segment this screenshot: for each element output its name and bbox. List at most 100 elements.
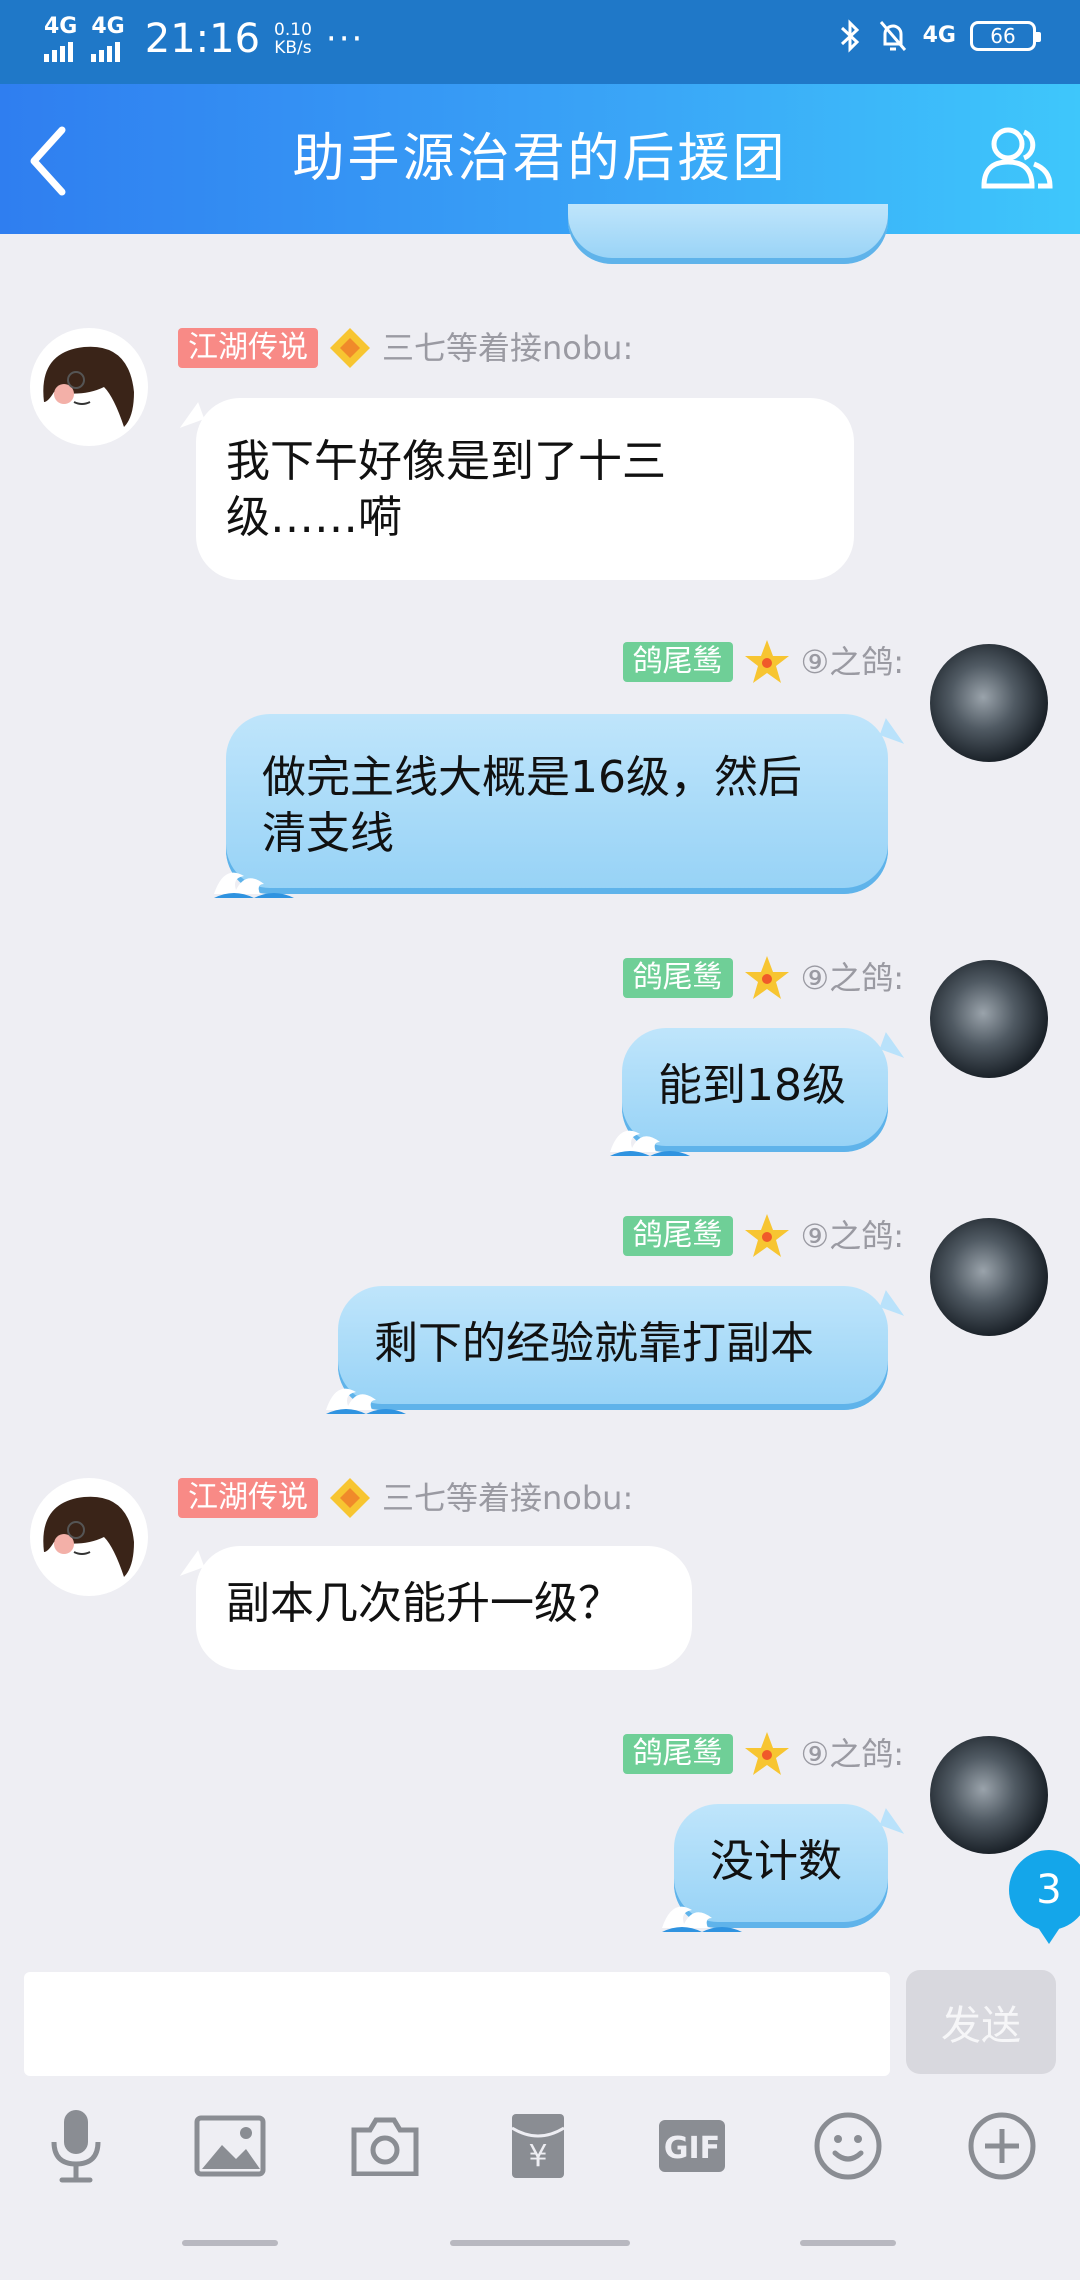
nav-gesture-home[interactable] bbox=[450, 2240, 630, 2246]
red-packet-button[interactable]: ¥ bbox=[498, 2106, 578, 2186]
signal-1: 4G bbox=[44, 16, 77, 62]
message-text-line: 我下午好像是到了十三 bbox=[226, 436, 666, 487]
avatar[interactable] bbox=[930, 1736, 1048, 1854]
signal-bars-icon bbox=[91, 38, 121, 62]
input-area: 发送 ¥ GIF bbox=[0, 1948, 1080, 2280]
avatar[interactable] bbox=[30, 1478, 148, 1596]
more-button[interactable] bbox=[962, 2106, 1042, 2186]
wave-decoration-icon bbox=[214, 872, 294, 898]
message-item: 江湖传说 三七等着接nobu: 我下午好像是到了十三 级……嗬 bbox=[0, 320, 1080, 600]
svg-text:¥: ¥ bbox=[528, 2139, 547, 2174]
message-text-line: 级……嗬 bbox=[226, 492, 402, 543]
sender-row: 鸽尾鸶 ⑨之鸽: bbox=[622, 1214, 904, 1258]
status-left: 4G 4G 21:16 0.10 KB/s ··· bbox=[44, 16, 364, 62]
network-speed: 0.10 KB/s bbox=[274, 21, 312, 57]
gif-button[interactable]: GIF bbox=[652, 2106, 732, 2186]
previous-bubble-fragment bbox=[568, 204, 888, 264]
title-badge: 鸽尾鸶 bbox=[622, 642, 733, 682]
message-input[interactable] bbox=[24, 1972, 890, 2076]
nav-gesture-right[interactable] bbox=[800, 2240, 896, 2246]
battery-icon: 66 bbox=[970, 21, 1041, 51]
message-bubble[interactable]: 副本几次能升一级？ bbox=[173, 1546, 692, 1670]
avatar[interactable] bbox=[930, 644, 1048, 762]
clock: 21:16 bbox=[144, 16, 261, 62]
wave-decoration-icon bbox=[662, 1906, 742, 1932]
red-packet-icon: ¥ bbox=[511, 2114, 565, 2178]
girl-avatar-icon bbox=[34, 332, 144, 442]
speed-value: 0.10 bbox=[274, 20, 312, 40]
message-text: 剩下的经验就靠打副本 bbox=[374, 1318, 814, 1369]
status-right: 4G 66 bbox=[837, 18, 1041, 54]
girl-avatar-icon bbox=[34, 1482, 144, 1592]
star-icon bbox=[744, 1214, 789, 1257]
sender-nickname: ⑨之鸽: bbox=[800, 1217, 904, 1255]
sender-row: 鸽尾鸶 ⑨之鸽: bbox=[622, 1732, 904, 1776]
status-bar: 4G 4G 21:16 0.10 KB/s ··· 4G 66 bbox=[0, 0, 1080, 84]
sender-row: 鸽尾鸶 ⑨之鸽: bbox=[622, 640, 904, 684]
chat-header: 助手源治君的后援团 bbox=[0, 84, 1080, 234]
message-text: 能到18级 bbox=[658, 1060, 846, 1111]
send-button[interactable]: 发送 bbox=[906, 1970, 1056, 2074]
unread-count-badge[interactable]: 3 bbox=[1009, 1850, 1080, 1944]
title-badge: 鸽尾鸶 bbox=[622, 1216, 733, 1256]
message-item: 鸽尾鸶 ⑨之鸽: 剩下的经验就靠打副本 bbox=[0, 1214, 1080, 1414]
network-type-right: 4G bbox=[922, 23, 956, 48]
sender-nickname: ⑨之鸽: bbox=[800, 643, 904, 681]
sender-nickname: ⑨之鸽: bbox=[800, 1735, 904, 1773]
title-badge: 江湖传说 bbox=[178, 1478, 318, 1518]
emoji-icon bbox=[814, 2112, 882, 2180]
message-text-line: 做完主线大概是16级，然后 bbox=[262, 752, 802, 803]
sender-row: 江湖传说 三七等着接nobu: bbox=[178, 1476, 633, 1520]
nav-gesture-left[interactable] bbox=[182, 2240, 278, 2246]
message-item: 江湖传说 三七等着接nobu: 副本几次能升一级？ bbox=[0, 1470, 1080, 1690]
avatar[interactable] bbox=[930, 1218, 1048, 1336]
star-icon bbox=[744, 640, 789, 683]
star-icon bbox=[744, 956, 789, 999]
message-item: 鸽尾鸶 ⑨之鸽: 能到18级 bbox=[0, 956, 1080, 1156]
image-button[interactable] bbox=[190, 2106, 270, 2186]
more-indicator: ··· bbox=[325, 19, 365, 59]
network-type-1: 4G bbox=[44, 14, 78, 39]
message-bubble[interactable]: 没计数 bbox=[662, 1804, 911, 1932]
message-text: 没计数 bbox=[710, 1836, 842, 1887]
title-badge: 江湖传说 bbox=[178, 328, 318, 368]
star-icon bbox=[744, 1732, 789, 1775]
plus-icon bbox=[968, 2112, 1036, 2180]
message-bubble[interactable]: 剩下的经验就靠打副本 bbox=[326, 1286, 911, 1414]
page-title: 助手源治君的后援团 bbox=[292, 129, 788, 189]
input-toolbar: ¥ GIF bbox=[0, 2106, 1080, 2206]
camera-icon bbox=[351, 2117, 419, 2176]
title-badge: 鸽尾鸶 bbox=[622, 1734, 733, 1774]
signal-2: 4G bbox=[91, 14, 125, 62]
title-badge: 鸽尾鸶 bbox=[622, 958, 733, 998]
message-text-line: 清支线 bbox=[262, 808, 394, 859]
bell-muted-icon bbox=[879, 21, 906, 51]
message-text: 副本几次能升一级？ bbox=[226, 1578, 622, 1629]
message-bubble[interactable]: 做完主线大概是16级，然后 清支线 bbox=[214, 714, 911, 898]
emoji-button[interactable] bbox=[808, 2106, 888, 2186]
wave-decoration-icon bbox=[326, 1388, 406, 1414]
sender-nickname: 三七等着接nobu: bbox=[382, 329, 634, 367]
group-members-icon bbox=[981, 127, 1053, 189]
bluetooth-icon bbox=[840, 19, 859, 53]
diamond-icon bbox=[330, 1478, 370, 1518]
message-item: 鸽尾鸶 ⑨之鸽: 没计数 bbox=[0, 1732, 1080, 1932]
group-members-button[interactable] bbox=[978, 120, 1054, 196]
avatar[interactable] bbox=[930, 960, 1048, 1078]
gif-icon: GIF bbox=[659, 2120, 725, 2172]
avatar[interactable] bbox=[30, 328, 148, 446]
sender-nickname: 三七等着接nobu: bbox=[382, 1479, 634, 1517]
sender-row: 鸽尾鸶 ⑨之鸽: bbox=[622, 956, 904, 1000]
message-item: 鸽尾鸶 ⑨之鸽: 做完主线大概是16级，然后 清支线 bbox=[0, 640, 1080, 900]
message-bubble[interactable]: 我下午好像是到了十三 级……嗬 bbox=[173, 398, 854, 580]
image-icon bbox=[194, 2115, 266, 2177]
camera-button[interactable] bbox=[345, 2106, 425, 2186]
message-bubble[interactable]: 能到18级 bbox=[610, 1028, 911, 1156]
sender-row: 江湖传说 三七等着接nobu: bbox=[178, 326, 633, 370]
voice-button[interactable] bbox=[36, 2106, 116, 2186]
microphone-icon bbox=[51, 2110, 101, 2183]
network-type-2: 4G bbox=[91, 14, 125, 39]
sender-nickname: ⑨之鸽: bbox=[800, 959, 904, 997]
speed-unit: KB/s bbox=[274, 38, 312, 58]
svg-text:GIF: GIF bbox=[664, 2131, 720, 2166]
